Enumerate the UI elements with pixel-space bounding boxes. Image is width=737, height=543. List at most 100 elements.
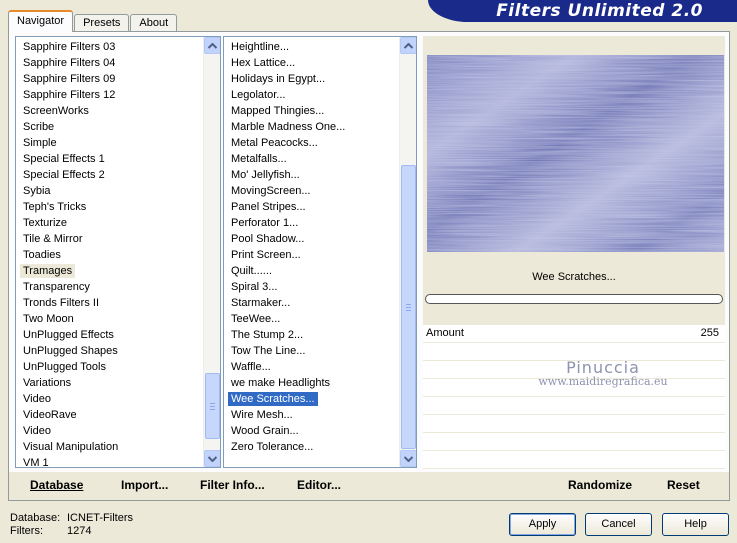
list-item[interactable]: MovingScreen... [224, 183, 399, 199]
list-item[interactable]: Pool Shadow... [224, 231, 399, 247]
list-item-label: Tow The Line... [231, 345, 306, 357]
list-item[interactable]: Marble Madness One... [224, 119, 399, 135]
filter-scroll-thumb[interactable] [401, 165, 416, 449]
list-item[interactable]: Tow The Line... [224, 343, 399, 359]
list-item[interactable]: Visual Manipulation [16, 439, 203, 455]
list-item[interactable]: Print Screen... [224, 247, 399, 263]
list-item[interactable]: Simple [16, 135, 203, 151]
list-item[interactable]: Tronds Filters II [16, 295, 203, 311]
list-item[interactable]: Sapphire Filters 03 [16, 39, 203, 55]
list-item[interactable]: Hex Lattice... [224, 55, 399, 71]
editor-button[interactable]: Editor... [297, 478, 341, 492]
list-item-label: Marble Madness One... [231, 121, 346, 133]
filter-scrollbar[interactable] [399, 37, 416, 467]
chevron-down-icon [208, 455, 217, 462]
list-item-label: Simple [23, 137, 57, 149]
param-row-amount[interactable]: Amount 255 [423, 325, 725, 343]
category-scrollbar[interactable] [203, 37, 220, 467]
tab-about[interactable]: About [130, 14, 178, 32]
category-scroll-thumb[interactable] [205, 373, 220, 439]
list-item-label: VideoRave [23, 409, 77, 421]
list-item[interactable]: Wee Scratches... [224, 391, 399, 407]
parameter-slider-track[interactable] [425, 294, 723, 304]
list-item[interactable]: Legolator... [224, 87, 399, 103]
list-item-label: Pool Shadow... [231, 233, 305, 245]
param-row-empty [423, 379, 725, 397]
list-item[interactable]: Scribe [16, 119, 203, 135]
list-item[interactable]: Tile & Mirror [16, 231, 203, 247]
list-item[interactable]: Variations [16, 375, 203, 391]
list-item[interactable]: VideoRave [16, 407, 203, 423]
category-list-items: Sapphire Filters 03 Sapphire Filters 04 Sa… [16, 37, 203, 467]
list-item[interactable]: Wood Grain... [224, 423, 399, 439]
list-item[interactable]: ScreenWorks [16, 103, 203, 119]
list-item[interactable]: Two Moon [16, 311, 203, 327]
list-item[interactable]: Sybia [16, 183, 203, 199]
list-item[interactable]: Transparency [16, 279, 203, 295]
import-button[interactable]: Import... [121, 478, 168, 492]
list-item[interactable]: UnPlugged Shapes [16, 343, 203, 359]
list-item[interactable]: Toadies [16, 247, 203, 263]
reset-button[interactable]: Reset [667, 478, 700, 492]
preview-area: Wee Scratches... Amount 255 Pinuccia www… [423, 36, 725, 469]
list-item[interactable]: Video [16, 423, 203, 439]
list-item[interactable]: VM 1 [16, 455, 203, 467]
list-item[interactable]: Heightline... [224, 39, 399, 55]
list-item-label: we make Headlights [231, 377, 331, 389]
filter-list[interactable]: Heightline... Hex Lattice... Holidays in E… [223, 36, 417, 468]
list-item[interactable]: Spiral 3... [224, 279, 399, 295]
list-item[interactable]: Quilt...... [224, 263, 399, 279]
list-item[interactable]: Zero Tolerance... [224, 439, 399, 455]
list-item[interactable]: Panel Stripes... [224, 199, 399, 215]
database-button[interactable]: Database [30, 478, 83, 492]
list-item[interactable]: Teph's Tricks [16, 199, 203, 215]
tab-strip: Navigator Presets About [8, 10, 178, 32]
apply-button[interactable]: Apply [509, 513, 576, 536]
list-item[interactable]: Waffle... [224, 359, 399, 375]
list-item[interactable]: Sapphire Filters 09 [16, 71, 203, 87]
cancel-button[interactable]: Cancel [585, 513, 652, 536]
randomize-button[interactable]: Randomize [568, 478, 632, 492]
app-title: Filters Unlimited 2.0 [496, 1, 703, 21]
list-item[interactable]: Metalfalls... [224, 151, 399, 167]
category-list[interactable]: Sapphire Filters 03 Sapphire Filters 04 Sa… [15, 36, 221, 468]
list-item-label: Spiral 3... [231, 281, 278, 293]
list-item[interactable]: Holidays in Egypt... [224, 71, 399, 87]
scroll-up-button[interactable] [400, 37, 416, 54]
list-item-label: Tronds Filters II [23, 297, 99, 309]
filter-info-button[interactable]: Filter Info... [200, 478, 265, 492]
navigator-panel: Sapphire Filters 03 Sapphire Filters 04 Sa… [8, 31, 730, 501]
list-item[interactable]: we make Headlights [224, 375, 399, 391]
list-item[interactable]: Wire Mesh... [224, 407, 399, 423]
param-row-empty [423, 433, 725, 451]
list-item[interactable]: The Stump 2... [224, 327, 399, 343]
list-item[interactable]: TeeWee... [224, 311, 399, 327]
scroll-down-button[interactable] [400, 450, 416, 467]
list-item[interactable]: Tramages [16, 263, 203, 279]
scroll-up-button[interactable] [204, 37, 220, 54]
tab-navigator[interactable]: Navigator [8, 10, 74, 32]
list-item-label: Holidays in Egypt... [231, 73, 326, 85]
list-item[interactable]: Perforator 1... [224, 215, 399, 231]
list-item[interactable]: Metal Peacocks... [224, 135, 399, 151]
list-item[interactable]: Video [16, 391, 203, 407]
list-item[interactable]: Sapphire Filters 04 [16, 55, 203, 71]
list-item-label: Quilt...... [231, 265, 272, 277]
list-item[interactable]: Mo' Jellyfish... [224, 167, 399, 183]
scroll-down-button[interactable] [204, 450, 220, 467]
tab-presets[interactable]: Presets [74, 14, 130, 32]
list-item[interactable]: Starmaker... [224, 295, 399, 311]
help-button[interactable]: Help [662, 513, 729, 536]
list-item-label: Sapphire Filters 04 [23, 57, 116, 69]
title-banner: Filters Unlimited 2.0 [428, 0, 737, 22]
list-item[interactable]: Mapped Thingies... [224, 103, 399, 119]
list-item[interactable]: Texturize [16, 215, 203, 231]
list-item-label: Hex Lattice... [231, 57, 296, 69]
list-item-label: Wire Mesh... [231, 409, 293, 421]
list-item[interactable]: UnPlugged Effects [16, 327, 203, 343]
list-item[interactable]: Sapphire Filters 12 [16, 87, 203, 103]
list-item-label: Wood Grain... [231, 425, 299, 437]
list-item[interactable]: Special Effects 2 [16, 167, 203, 183]
list-item[interactable]: UnPlugged Tools [16, 359, 203, 375]
list-item[interactable]: Special Effects 1 [16, 151, 203, 167]
